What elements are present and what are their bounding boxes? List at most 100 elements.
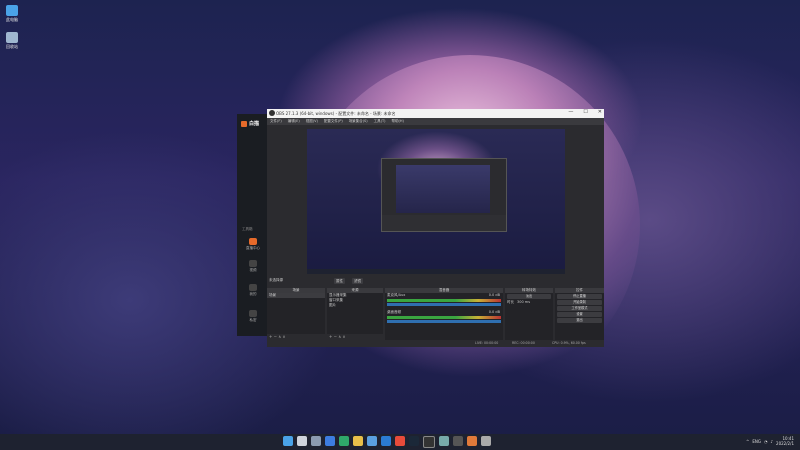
sidebar-item-live[interactable]: 直播中心 xyxy=(243,238,263,251)
properties-button[interactable]: 属性 xyxy=(334,278,345,284)
desktop-icon-recycle-bin[interactable]: 回收站 xyxy=(3,32,21,50)
files-icon[interactable] xyxy=(481,436,491,446)
sources-panel: 来源 显示器采集 窗口采集 图片 + − ∧ ∨ xyxy=(327,288,383,340)
channel-level: 0.0 dB xyxy=(488,293,500,297)
nested-preview xyxy=(381,158,507,232)
explorer-icon[interactable] xyxy=(353,436,363,446)
maximize-button[interactable]: ☐ xyxy=(583,109,587,115)
stop-streaming-button[interactable]: 停止直播 xyxy=(557,294,602,299)
transitions-header: 转场特效 xyxy=(505,288,553,293)
mixer-panel: 混音器 麦克风/Aux 0.0 dB 桌面音频 0.0 dB xyxy=(385,288,503,340)
controls-panel: 控件 停止直播 开始录制 工作室模式 设置 退出 xyxy=(555,288,604,340)
menu-profile[interactable]: 配置文件(P) xyxy=(324,119,343,124)
close-button[interactable]: ✕ xyxy=(598,109,602,115)
duration-input[interactable]: 300 ms xyxy=(517,300,530,305)
channel-name: 桌面音频 xyxy=(387,310,401,314)
task-view-icon[interactable] xyxy=(311,436,321,446)
menu-file[interactable]: 文件(F) xyxy=(270,119,282,124)
duration-label: 时长 xyxy=(507,300,514,304)
nested-screen xyxy=(396,165,490,213)
cpu-status: CPU: 0.9%, 60.00 fps xyxy=(552,341,586,345)
sidebar-app: 白描 工具箱 直播中心 视频 我的 私密 xyxy=(237,114,268,336)
clock[interactable]: 10:41 2022/2/1 xyxy=(776,436,794,446)
desktop-icon-this-pc[interactable]: 此电脑 xyxy=(3,5,21,23)
store-icon[interactable] xyxy=(367,436,377,446)
video-icon xyxy=(249,260,257,267)
desktop-icon-label: 回收站 xyxy=(6,44,18,49)
recycle-bin-icon xyxy=(6,32,18,43)
sidebar-item-label: 私密 xyxy=(249,318,257,322)
sidebar-logo[interactable]: 白描 xyxy=(241,120,259,127)
channel-level: 0.0 dB xyxy=(488,310,500,314)
transitions-panel: 转场特效 淡出 时长 300 ms xyxy=(505,288,553,340)
profile-icon xyxy=(249,284,257,291)
taskbar-apps xyxy=(283,436,491,448)
taskbar: ^ ENG ◔ ♪ 10:41 2022/2/1 xyxy=(0,434,800,450)
computer-icon xyxy=(6,5,18,16)
clock-date: 2022/2/1 xyxy=(776,441,794,446)
start-icon[interactable] xyxy=(283,436,293,446)
scene-item[interactable]: 场景 xyxy=(267,293,325,298)
terminal-icon[interactable] xyxy=(453,436,463,446)
volume-slider[interactable] xyxy=(387,303,501,306)
sidebar-item-label: 视频 xyxy=(249,268,257,272)
settings-button[interactable]: 设置 xyxy=(557,312,602,317)
chrome-icon[interactable] xyxy=(395,436,405,446)
obs-icon[interactable] xyxy=(423,436,435,448)
sidebar-item-profile[interactable]: 我的 xyxy=(243,284,263,297)
live-center-icon xyxy=(249,238,257,245)
sidebar-item-label: 直播中心 xyxy=(246,246,260,250)
edge-icon[interactable] xyxy=(339,436,349,446)
section-title: 工具箱 xyxy=(242,227,253,231)
volume-slider[interactable] xyxy=(387,320,501,323)
volume-meter xyxy=(387,299,501,302)
wifi-icon[interactable]: ◔ xyxy=(764,439,768,444)
source-item[interactable]: 图片 xyxy=(327,303,383,308)
menu-scene-collection[interactable]: 场景集合(S) xyxy=(349,119,368,124)
steam-icon[interactable] xyxy=(409,436,419,446)
desktop-icon-label: 此电脑 xyxy=(6,17,18,22)
menu-view[interactable]: 视图(V) xyxy=(306,119,318,124)
preview-taskbar xyxy=(307,269,565,274)
widgets-icon[interactable] xyxy=(325,436,335,446)
controls-header: 控件 xyxy=(555,288,604,293)
music-icon[interactable] xyxy=(467,436,477,446)
preview-canvas[interactable] xyxy=(307,129,565,274)
scenes-panel: 场景 场景 + − ∧ ∨ xyxy=(267,288,325,340)
sidebar-item-label: 我的 xyxy=(249,292,257,296)
minimize-button[interactable]: — xyxy=(568,109,573,115)
volume-meter xyxy=(387,316,501,319)
window-title: OBS 27.1.3 (64-bit, windows) - 配置文件: 未命名… xyxy=(276,110,396,116)
brand-name: 白描 xyxy=(249,121,260,127)
language-indicator[interactable]: ENG xyxy=(752,439,761,444)
menu-tools[interactable]: 工具(T) xyxy=(374,119,386,124)
channel-name: 麦克风/Aux xyxy=(387,293,406,297)
brand-icon xyxy=(241,120,247,127)
no-source-label: 未选择源 xyxy=(269,278,283,282)
settings-icon[interactable] xyxy=(439,436,449,446)
obs-titlebar: OBS 27.1.3 (64-bit, windows) - 配置文件: 未命名… xyxy=(267,109,604,118)
source-toolbar: 未选择源 属性 滤镜 xyxy=(267,277,604,286)
chevron-up-icon[interactable]: ^ xyxy=(746,439,749,444)
menu-help[interactable]: 帮助(H) xyxy=(392,119,404,124)
rec-status: REC: 00:00:00 xyxy=(512,341,535,345)
sidebar-item-video[interactable]: 视频 xyxy=(243,260,263,273)
start-recording-button[interactable]: 开始录制 xyxy=(557,300,602,305)
exit-button[interactable]: 退出 xyxy=(557,318,602,323)
studio-mode-button[interactable]: 工作室模式 xyxy=(557,306,602,311)
menu-edit[interactable]: 编辑(E) xyxy=(288,119,300,124)
transition-select[interactable]: 淡出 xyxy=(507,294,551,299)
filters-button[interactable]: 滤镜 xyxy=(352,278,363,284)
volume-icon[interactable]: ♪ xyxy=(770,439,773,444)
sidebar-item-private[interactable]: 私密 xyxy=(243,310,263,323)
live-status: LIVE: 00:00:00 xyxy=(475,341,499,345)
menu-bar: 文件(F) 编辑(E) 视图(V) 配置文件(P) 场景集合(S) 工具(T) … xyxy=(267,118,604,125)
search-icon[interactable] xyxy=(297,436,307,446)
status-bar: LIVE: 00:00:00 REC: 00:00:00 CPU: 0.9%, … xyxy=(267,340,604,347)
obs-window: OBS 27.1.3 (64-bit, windows) - 配置文件: 未命名… xyxy=(267,109,604,347)
mail-icon[interactable] xyxy=(381,436,391,446)
nested-dock xyxy=(382,215,506,231)
system-tray: ^ ENG ◔ ♪ 10:41 2022/2/1 xyxy=(746,436,794,446)
obs-logo-icon xyxy=(269,110,275,116)
private-icon xyxy=(249,310,257,317)
